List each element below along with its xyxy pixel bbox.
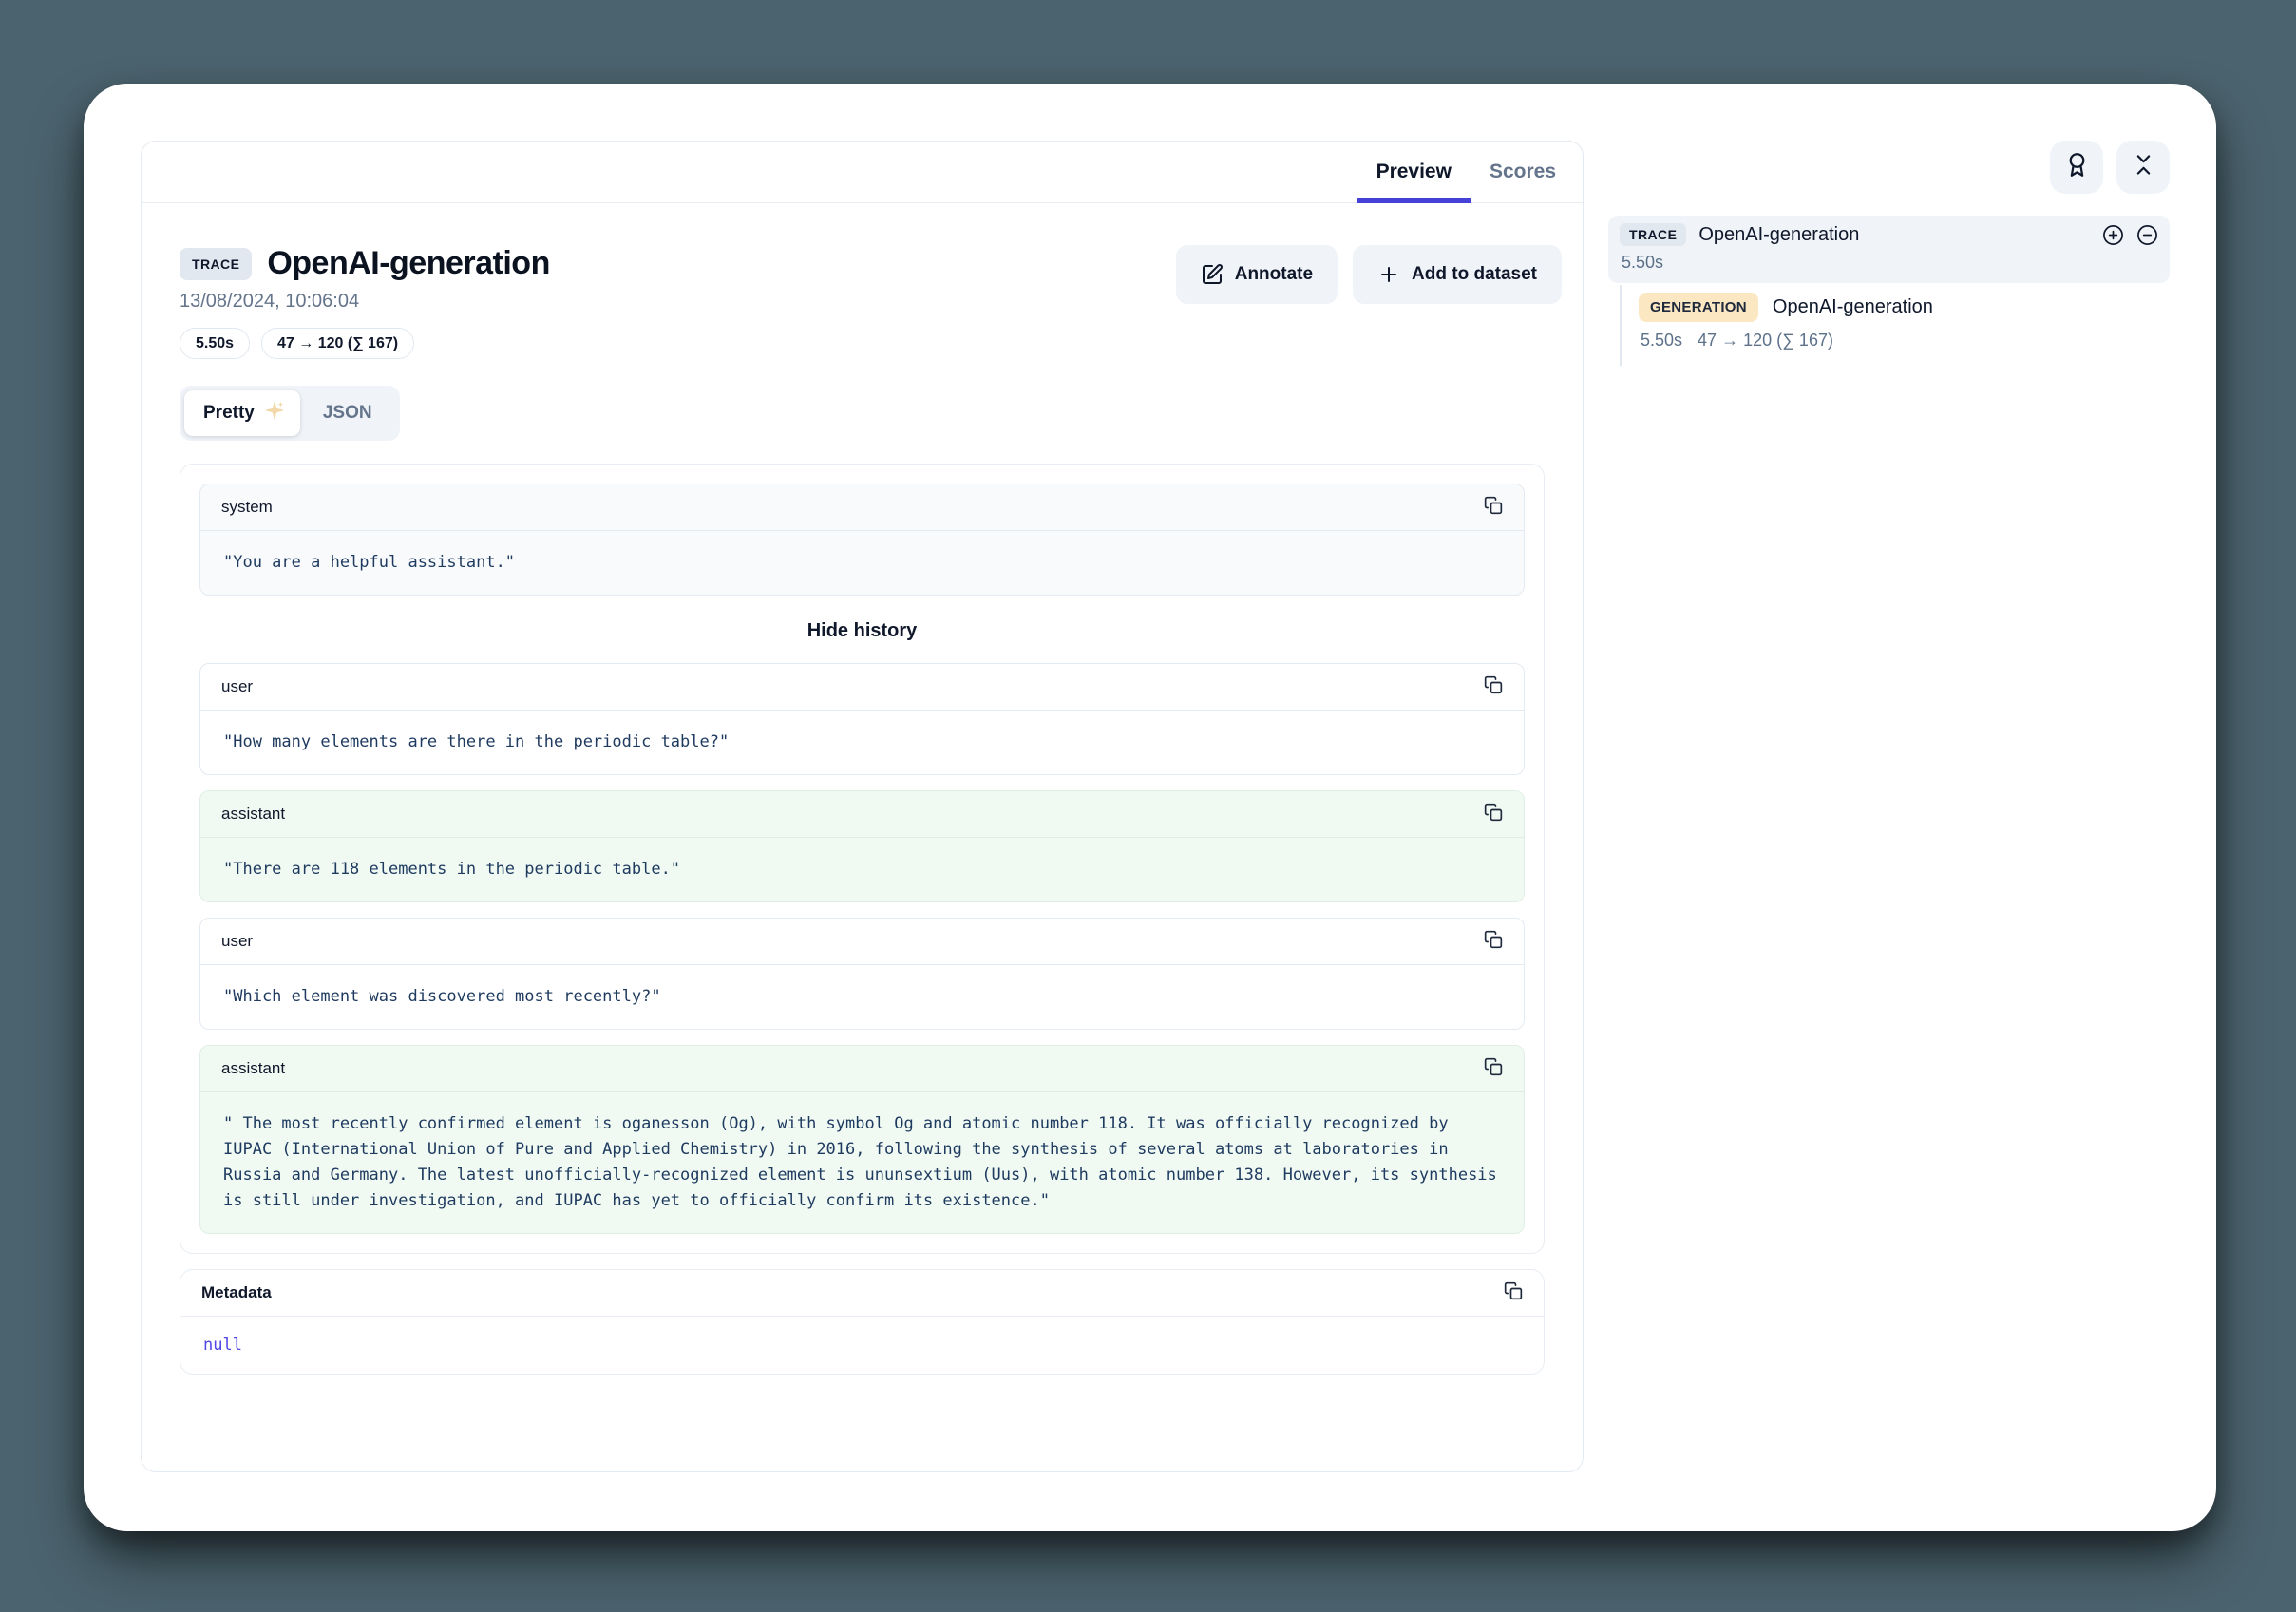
messages-container: system "You are a helpful assistant." Hi… [180, 464, 1545, 1254]
message-system: system "You are a helpful assistant." [199, 484, 1525, 596]
message-content: "How many elements are there in the peri… [200, 711, 1524, 774]
message-role: user [221, 677, 253, 696]
tab-preview[interactable]: Preview [1357, 142, 1471, 202]
message-content: "Which element was discovered most recen… [200, 965, 1524, 1029]
tree-node-tokens: 47 → 120 (∑ 167) [1698, 331, 1833, 351]
message-content: "There are 118 elements in the periodic … [200, 838, 1524, 901]
minus-circle-icon [2136, 224, 2158, 246]
add-to-dataset-button[interactable]: Add to dataset [1353, 245, 1562, 304]
sparkles-icon [264, 400, 285, 427]
message-user: user "Which element was discovered most … [199, 918, 1525, 1030]
copy-message-button[interactable] [1484, 930, 1503, 954]
format-toggle-pretty[interactable]: Pretty [184, 390, 300, 436]
trace-header-actions: Annotate Add to dataset [1176, 245, 1562, 304]
chevrons-down-up-icon [2131, 152, 2156, 182]
tree-node-latency: 5.50s [1620, 253, 2158, 273]
message-content: " The most recently confirmed element is… [200, 1092, 1524, 1233]
award-icon [2064, 152, 2090, 182]
tree-node-trace[interactable]: TRACE OpenAI-generation 5.50s [1608, 216, 2170, 283]
copy-icon [1504, 1281, 1523, 1305]
plus-circle-icon [2102, 224, 2124, 246]
copy-icon [1484, 803, 1503, 826]
message-assistant: assistant "There are 118 elements in the… [199, 790, 1525, 902]
trace-header: TRACE OpenAI-generation 13/08/2024, 10:0… [142, 203, 1583, 359]
token-usage-badge: 47 → 120 (∑ 167) [261, 328, 414, 359]
trace-header-left: TRACE OpenAI-generation 13/08/2024, 10:0… [180, 245, 550, 359]
tree-node-latency: 5.50s [1641, 331, 1682, 351]
desktop-background: { "tabs": { "preview": "Preview", "score… [0, 0, 2296, 1612]
format-toggle-json[interactable]: JSON [300, 393, 395, 433]
message-role: assistant [221, 805, 285, 824]
collapse-panel-button[interactable] [2116, 141, 2170, 194]
plus-icon [1377, 263, 1400, 286]
pretty-label: Pretty [203, 403, 255, 424]
metadata-value: null [180, 1317, 1544, 1374]
add-to-dataset-label: Add to dataset [1412, 264, 1537, 285]
trace-tree-sidebar: TRACE OpenAI-generation 5.50s GENERATION… [1608, 141, 2170, 366]
copy-icon [1484, 1057, 1503, 1081]
copy-message-button[interactable] [1484, 803, 1503, 826]
trace-type-badge: TRACE [1620, 223, 1686, 246]
preview-scores-tabbar: Preview Scores [142, 142, 1583, 203]
edit-pencil-icon [1201, 263, 1224, 286]
message-content: "You are a helpful assistant." [200, 531, 1524, 595]
tree-children: GENERATION OpenAI-generation 5.50s 47 → … [1620, 285, 2170, 366]
latency-badge: 5.50s [180, 328, 250, 359]
expand-all-button[interactable] [2102, 224, 2124, 246]
copy-metadata-button[interactable] [1504, 1281, 1523, 1305]
message-role: system [221, 498, 273, 517]
message-assistant: assistant " The most recently confirmed … [199, 1045, 1525, 1234]
hide-history-link[interactable]: Hide history [199, 596, 1525, 663]
copy-icon [1484, 675, 1503, 699]
tree-node-title: OpenAI-generation [1773, 296, 1933, 318]
trace-type-badge: TRACE [180, 248, 252, 280]
message-role: user [221, 932, 253, 951]
metadata-title: Metadata [201, 1283, 272, 1302]
copy-message-button[interactable] [1484, 1057, 1503, 1081]
annotate-button[interactable]: Annotate [1176, 245, 1338, 304]
annotate-label: Annotate [1235, 264, 1313, 285]
tree-node-generation[interactable]: GENERATION OpenAI-generation 5.50s 47 → … [1639, 293, 2170, 351]
message-user: user "How many elements are there in the… [199, 663, 1525, 775]
page-title: OpenAI-generation [267, 245, 550, 282]
metadata-card: Metadata null [180, 1269, 1545, 1375]
format-toggle: Pretty JSON [180, 386, 400, 441]
copy-icon [1484, 930, 1503, 954]
collapse-all-button[interactable] [2136, 224, 2158, 246]
trace-timestamp: 13/08/2024, 10:06:04 [180, 291, 550, 313]
copy-message-button[interactable] [1484, 675, 1503, 699]
tree-node-title: OpenAI-generation [1698, 224, 2090, 246]
trace-detail-card: Preview Scores TRACE OpenAI-generation 1… [141, 141, 1584, 1472]
generation-type-badge: GENERATION [1639, 293, 1758, 322]
annotation-queue-button[interactable] [2050, 141, 2103, 194]
message-role: assistant [221, 1059, 285, 1078]
copy-icon [1484, 496, 1503, 520]
copy-message-button[interactable] [1484, 496, 1503, 520]
app-window: Preview Scores TRACE OpenAI-generation 1… [84, 84, 2216, 1531]
tab-scores[interactable]: Scores [1471, 142, 1575, 202]
